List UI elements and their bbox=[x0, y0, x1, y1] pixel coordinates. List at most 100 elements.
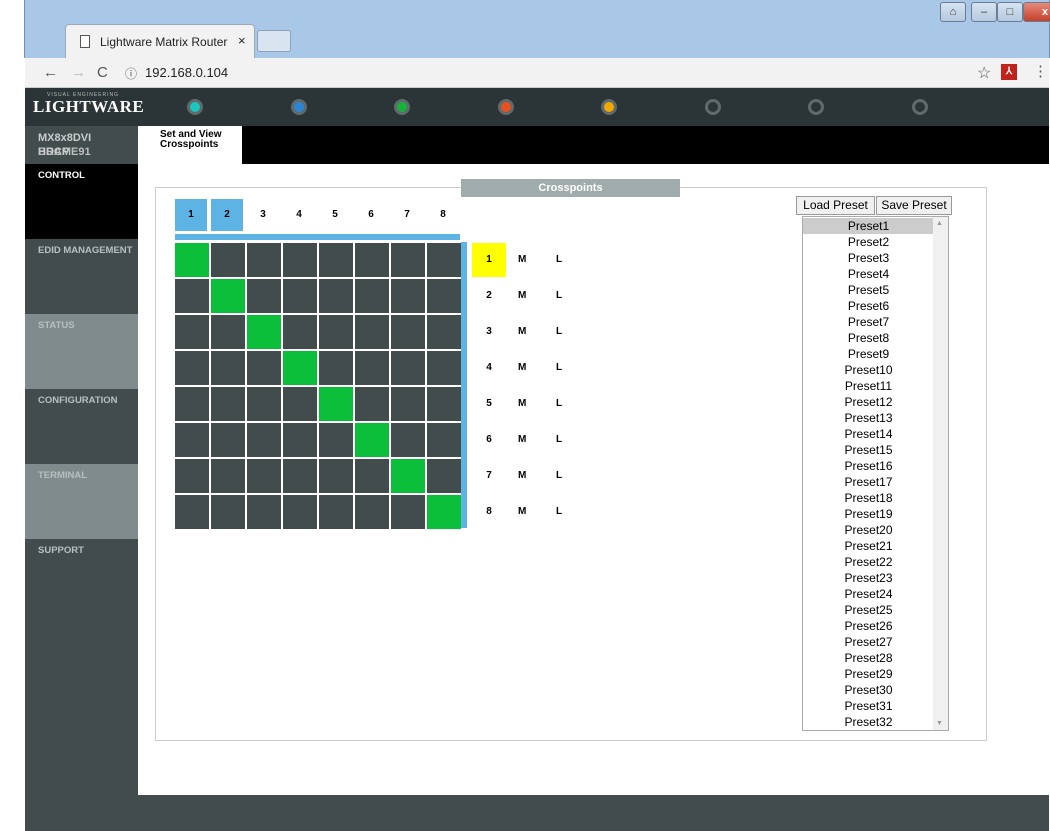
tab-set-and-view-crosspoints[interactable]: Set and View Crosspoints bbox=[138, 126, 242, 164]
crosspoint-cell[interactable] bbox=[427, 243, 461, 277]
bookmark-star-icon[interactable]: ☆ bbox=[977, 63, 991, 83]
preset-item[interactable]: Preset6 bbox=[803, 298, 934, 314]
crosspoint-cell[interactable] bbox=[175, 243, 209, 277]
crosspoint-cell[interactable] bbox=[283, 315, 317, 349]
crosspoint-cell[interactable] bbox=[247, 495, 281, 529]
output-button-5[interactable]: 5 bbox=[472, 387, 506, 421]
preset-item[interactable]: Preset29 bbox=[803, 666, 934, 682]
pdf-extension-icon[interactable]: ⅄ bbox=[1001, 64, 1017, 80]
lock-button[interactable]: L bbox=[556, 279, 562, 313]
crosspoint-cell[interactable] bbox=[247, 315, 281, 349]
browser-menu-icon[interactable]: ⋮ bbox=[1033, 62, 1048, 80]
crosspoint-cell[interactable] bbox=[427, 351, 461, 385]
load-preset-button[interactable]: Load Preset bbox=[796, 196, 875, 215]
output-button-3[interactable]: 3 bbox=[472, 315, 506, 349]
input-button-6[interactable]: 6 bbox=[355, 199, 387, 231]
output-button-1[interactable]: 1 bbox=[472, 243, 506, 277]
crosspoint-cell[interactable] bbox=[211, 423, 245, 457]
crosspoint-cell[interactable] bbox=[355, 423, 389, 457]
preset-item[interactable]: Preset9 bbox=[803, 346, 934, 362]
tab-close-icon[interactable]: × bbox=[238, 33, 246, 48]
output-button-8[interactable]: 8 bbox=[472, 495, 506, 529]
output-button-4[interactable]: 4 bbox=[472, 351, 506, 385]
crosspoint-cell[interactable] bbox=[391, 459, 425, 493]
input-button-8[interactable]: 8 bbox=[427, 199, 459, 231]
reload-icon[interactable]: C bbox=[97, 64, 108, 81]
minimize-button[interactable]: – bbox=[971, 2, 997, 22]
crosspoint-cell[interactable] bbox=[247, 351, 281, 385]
crosspoint-cell[interactable] bbox=[319, 387, 353, 421]
preset-item[interactable]: Preset32 bbox=[803, 714, 934, 730]
crosspoint-cell[interactable] bbox=[355, 315, 389, 349]
mute-button[interactable]: M bbox=[518, 423, 526, 457]
preset-item[interactable]: Preset30 bbox=[803, 682, 934, 698]
input-button-5[interactable]: 5 bbox=[319, 199, 351, 231]
crosspoint-cell[interactable] bbox=[319, 243, 353, 277]
crosspoint-cell[interactable] bbox=[175, 351, 209, 385]
preset-item[interactable]: Preset26 bbox=[803, 618, 934, 634]
crosspoint-cell[interactable] bbox=[427, 459, 461, 493]
preset-item[interactable]: Preset31 bbox=[803, 698, 934, 714]
sidebar-item-edid-management[interactable]: EDID MANAGEMENT bbox=[25, 239, 138, 314]
info-icon[interactable]: ⓘ bbox=[125, 65, 137, 82]
preset-item[interactable]: Preset4 bbox=[803, 266, 934, 282]
crosspoint-cell[interactable] bbox=[283, 423, 317, 457]
crosspoint-cell[interactable] bbox=[319, 423, 353, 457]
crosspoint-cell[interactable] bbox=[319, 459, 353, 493]
crosspoint-cell[interactable] bbox=[283, 279, 317, 313]
sidebar-item-configuration[interactable]: CONFIGURATION bbox=[25, 389, 138, 464]
preset-item[interactable]: Preset14 bbox=[803, 426, 934, 442]
mute-button[interactable]: M bbox=[518, 495, 526, 529]
lock-button[interactable]: L bbox=[556, 315, 562, 349]
preset-item[interactable]: Preset5 bbox=[803, 282, 934, 298]
crosspoint-cell[interactable] bbox=[247, 279, 281, 313]
crosspoint-cell[interactable] bbox=[211, 279, 245, 313]
input-button-2[interactable]: 2 bbox=[211, 199, 243, 231]
mute-button[interactable]: M bbox=[518, 279, 526, 313]
preset-item[interactable]: Preset21 bbox=[803, 538, 934, 554]
crosspoint-cell[interactable] bbox=[175, 459, 209, 493]
crosspoint-cell[interactable] bbox=[175, 279, 209, 313]
crosspoint-cell[interactable] bbox=[283, 387, 317, 421]
input-button-7[interactable]: 7 bbox=[391, 199, 423, 231]
lock-button[interactable]: L bbox=[556, 423, 562, 457]
preset-item[interactable]: Preset7 bbox=[803, 314, 934, 330]
preset-item[interactable]: Preset16 bbox=[803, 458, 934, 474]
crosspoint-cell[interactable] bbox=[175, 387, 209, 421]
browser-tab[interactable]: Lightware Matrix Router × bbox=[65, 24, 255, 58]
sidebar-item-control[interactable]: CONTROL bbox=[25, 164, 138, 239]
sidebar-item-terminal[interactable]: TERMINAL bbox=[25, 464, 138, 539]
crosspoint-cell[interactable] bbox=[211, 459, 245, 493]
crosspoint-cell[interactable] bbox=[427, 279, 461, 313]
sidebar-item-support[interactable]: SUPPORT bbox=[25, 539, 138, 614]
crosspoint-cell[interactable] bbox=[391, 495, 425, 529]
input-button-4[interactable]: 4 bbox=[283, 199, 315, 231]
lock-button[interactable]: L bbox=[556, 387, 562, 421]
crosspoint-cell[interactable] bbox=[427, 387, 461, 421]
crosspoint-cell[interactable] bbox=[247, 423, 281, 457]
crosspoint-cell[interactable] bbox=[319, 351, 353, 385]
lock-button[interactable]: L bbox=[556, 243, 562, 277]
crosspoint-cell[interactable] bbox=[391, 423, 425, 457]
crosspoint-cell[interactable] bbox=[247, 243, 281, 277]
close-window-button[interactable]: x bbox=[1023, 2, 1050, 22]
crosspoint-cell[interactable] bbox=[355, 495, 389, 529]
crosspoint-cell[interactable] bbox=[319, 315, 353, 349]
crosspoint-cell[interactable] bbox=[211, 387, 245, 421]
crosspoint-cell[interactable] bbox=[283, 351, 317, 385]
preset-item[interactable]: Preset1 bbox=[803, 218, 934, 234]
scroll-down-icon[interactable]: ▼ bbox=[936, 720, 943, 727]
crosspoint-cell[interactable] bbox=[355, 279, 389, 313]
mute-button[interactable]: M bbox=[518, 243, 526, 277]
maximize-button[interactable]: □ bbox=[997, 2, 1023, 22]
crosspoint-cell[interactable] bbox=[427, 495, 461, 529]
preset-item[interactable]: Preset15 bbox=[803, 442, 934, 458]
preset-item[interactable]: Preset17 bbox=[803, 474, 934, 490]
preset-item[interactable]: Preset10 bbox=[803, 362, 934, 378]
input-button-1[interactable]: 1 bbox=[175, 199, 207, 231]
preset-item[interactable]: Preset2 bbox=[803, 234, 934, 250]
sidebar-item-status[interactable]: STATUS bbox=[25, 314, 138, 389]
crosspoint-cell[interactable] bbox=[175, 315, 209, 349]
crosspoint-cell[interactable] bbox=[211, 495, 245, 529]
preset-item[interactable]: Preset20 bbox=[803, 522, 934, 538]
